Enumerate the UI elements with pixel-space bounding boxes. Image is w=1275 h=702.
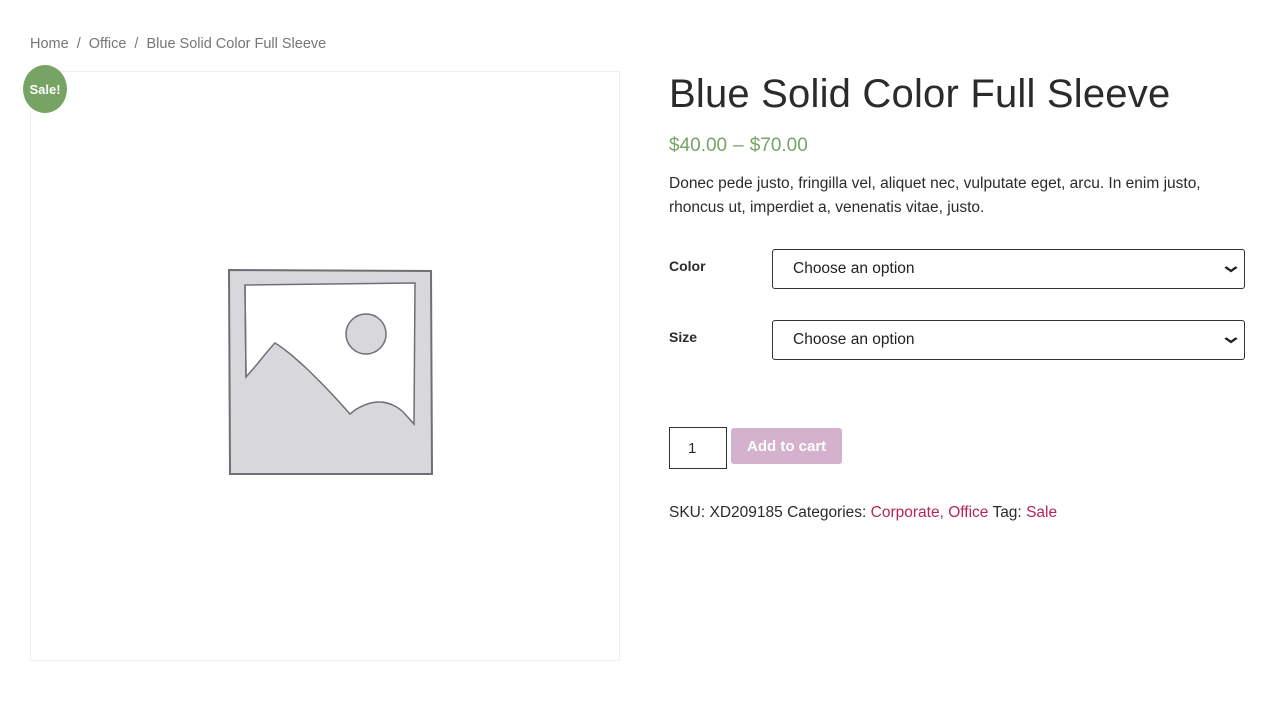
- sale-badge: Sale!: [23, 65, 67, 113]
- product-title: Blue Solid Color Full Sleeve: [669, 72, 1171, 116]
- product-page: Home / Office / Blue Solid Color Full Sl…: [0, 0, 1275, 702]
- category-link-office[interactable]: Office: [948, 504, 988, 521]
- price-range: $40.00– $70.00: [669, 135, 1247, 157]
- breadcrumb: Home / Office / Blue Solid Color Full Sl…: [30, 36, 326, 52]
- quantity-input[interactable]: 1: [669, 427, 727, 469]
- tag-link-sale[interactable]: Sale: [1026, 504, 1057, 521]
- size-select[interactable]: Choose an option: [772, 320, 1245, 360]
- color-select[interactable]: Choose an option: [772, 249, 1245, 289]
- sku-value: XD209185: [709, 504, 783, 521]
- variation-row-color: Color Choose an option: [669, 249, 1247, 290]
- breadcrumb-current: Blue Solid Color Full Sleeve: [146, 36, 327, 52]
- size-select-value: Choose an option: [793, 331, 915, 348]
- price-dash: –: [733, 135, 744, 156]
- breadcrumb-category-link[interactable]: Office: [89, 36, 127, 52]
- short-description: Donec pede justo, fringilla vel, aliquet…: [669, 175, 1201, 216]
- size-label: Size: [669, 329, 698, 345]
- product-image-gallery[interactable]: [30, 71, 620, 661]
- add-to-cart-row: 1 Add to cart: [669, 427, 843, 469]
- variation-row-size: Size Choose an option: [669, 320, 1247, 361]
- breadcrumb-home-link[interactable]: Home: [30, 36, 69, 52]
- breadcrumb-separator: /: [76, 36, 81, 52]
- categories-label: Categories:: [787, 504, 867, 521]
- add-to-cart-button[interactable]: Add to cart: [731, 428, 843, 464]
- price-min: $40.00: [669, 135, 728, 156]
- chevron-down-icon: [1224, 262, 1238, 276]
- chevron-down-icon: [1224, 333, 1238, 347]
- sku-label: SKU:: [669, 504, 706, 521]
- category-link-corporate[interactable]: Corporate,: [871, 504, 944, 521]
- variations-form: Color Choose an option Size Choose an op…: [669, 249, 1247, 361]
- breadcrumb-separator: /: [134, 36, 139, 52]
- color-select-value: Choose an option: [793, 260, 915, 277]
- product-meta: SKU: XD209185 Categories: Corporate, Off…: [669, 504, 1057, 522]
- product-summary: Blue Solid Color Full Sleeve $40.00– $70.…: [669, 70, 1247, 391]
- color-label: Color: [669, 258, 706, 274]
- tag-label: Tag:: [992, 504, 1022, 521]
- price-max: $70.00: [749, 135, 808, 156]
- image-placeholder-icon: [227, 268, 434, 475]
